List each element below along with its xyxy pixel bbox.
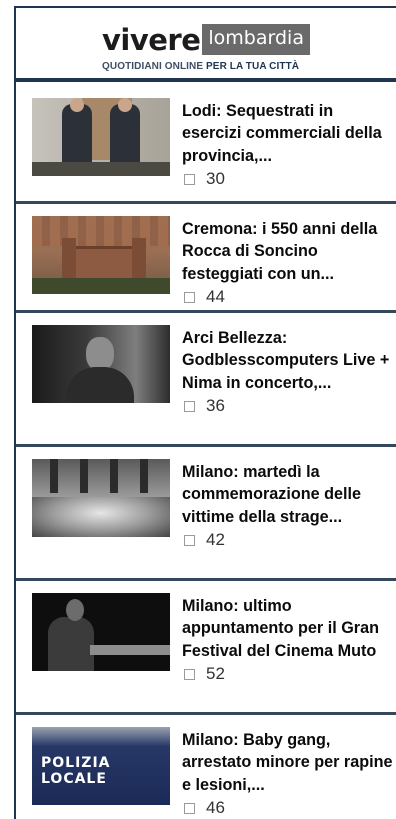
comments-count[interactable]: 46 [182, 796, 394, 819]
article-item[interactable]: Milano: martedì la commemorazione delle … [16, 447, 396, 581]
thumbnail-label-line-1: POLIZIA [41, 755, 111, 771]
site-tagline: QUOTIDIANI ONLINE PER LA TUA CITTÀ [102, 61, 299, 72]
article-item[interactable]: Cremona: i 550 anni della Rocca di Sonci… [16, 204, 396, 313]
comment-icon [184, 173, 195, 185]
comments-count[interactable]: 36 [182, 394, 394, 418]
article-thumbnail[interactable] [32, 325, 170, 403]
comment-icon [184, 400, 195, 412]
comment-icon [184, 802, 195, 814]
comment-count-value: 44 [206, 287, 225, 307]
article-item[interactable]: Arci Bellezza: Godblesscomputers Live + … [16, 313, 396, 447]
comment-count-value: 52 [206, 664, 225, 684]
thumbnail-label: POLIZIA LOCALE [41, 755, 111, 787]
comments-count[interactable]: 44 [182, 285, 394, 309]
tagline-suffix: PER LA TUA CITTÀ [206, 61, 300, 72]
article-title[interactable]: Arci Bellezza: Godblesscomputers Live + … [182, 327, 394, 394]
page-frame: vivere lombardia QUOTIDIANI ONLINE PER L… [14, 6, 396, 819]
article-meta: Cremona: i 550 anni della Rocca di Sonci… [182, 216, 394, 310]
article-list: Lodi: Sequestrati in esercizi commercial… [16, 86, 396, 819]
comments-count[interactable]: 52 [182, 662, 394, 686]
comments-count[interactable]: 42 [182, 528, 394, 552]
article-title[interactable]: Milano: martedì la commemorazione delle … [182, 461, 394, 528]
comment-count-value: 36 [206, 396, 225, 416]
article-meta: Milano: Baby gang, arrestato minore per … [182, 727, 394, 819]
article-title[interactable]: Milano: Baby gang, arrestato minore per … [182, 729, 394, 796]
comment-count-value: 42 [206, 530, 225, 550]
article-item[interactable]: Lodi: Sequestrati in esercizi commercial… [16, 86, 396, 204]
thumbnail-label-line-2: LOCALE [41, 771, 107, 787]
logo-text-box: lombardia [202, 24, 310, 55]
tagline-prefix: QUOTIDIANI ONLINE [102, 61, 207, 72]
article-meta: Lodi: Sequestrati in esercizi commercial… [182, 98, 394, 201]
article-meta: Milano: ultimo appuntamento per il Gran … [182, 593, 394, 712]
article-thumbnail[interactable] [32, 459, 170, 537]
comment-count-value: 30 [206, 169, 225, 189]
article-title[interactable]: Milano: ultimo appuntamento per il Gran … [182, 595, 394, 662]
site-header: vivere lombardia QUOTIDIANI ONLINE PER L… [16, 8, 396, 82]
article-item[interactable]: Milano: ultimo appuntamento per il Gran … [16, 581, 396, 715]
article-meta: Arci Bellezza: Godblesscomputers Live + … [182, 325, 394, 444]
article-title[interactable]: Cremona: i 550 anni della Rocca di Sonci… [182, 218, 394, 285]
comments-count[interactable]: 30 [182, 167, 394, 191]
comment-icon [184, 534, 195, 546]
article-thumbnail[interactable] [32, 216, 170, 294]
article-meta: Milano: martedì la commemorazione delle … [182, 459, 394, 578]
comment-icon [184, 668, 195, 680]
comment-count-value: 46 [206, 798, 225, 818]
article-thumbnail[interactable] [32, 98, 170, 176]
comment-icon [184, 291, 195, 303]
article-thumbnail[interactable]: POLIZIA LOCALE [32, 727, 170, 805]
article-thumbnail[interactable] [32, 593, 170, 671]
article-item[interactable]: POLIZIA LOCALE Milano: Baby gang, arrest… [16, 715, 396, 819]
site-logo[interactable]: vivere lombardia [102, 24, 310, 55]
article-title[interactable]: Lodi: Sequestrati in esercizi commercial… [182, 100, 394, 167]
logo-text-main: vivere [102, 23, 201, 57]
